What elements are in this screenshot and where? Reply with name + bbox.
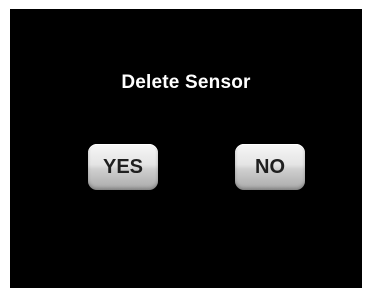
dialog-title: Delete Sensor xyxy=(121,72,251,93)
no-button[interactable]: NO xyxy=(235,144,305,190)
device-frame: Delete Sensor YES NO xyxy=(0,0,372,288)
device-screen: Delete Sensor YES NO xyxy=(10,9,362,288)
yes-button[interactable]: YES xyxy=(88,144,158,190)
